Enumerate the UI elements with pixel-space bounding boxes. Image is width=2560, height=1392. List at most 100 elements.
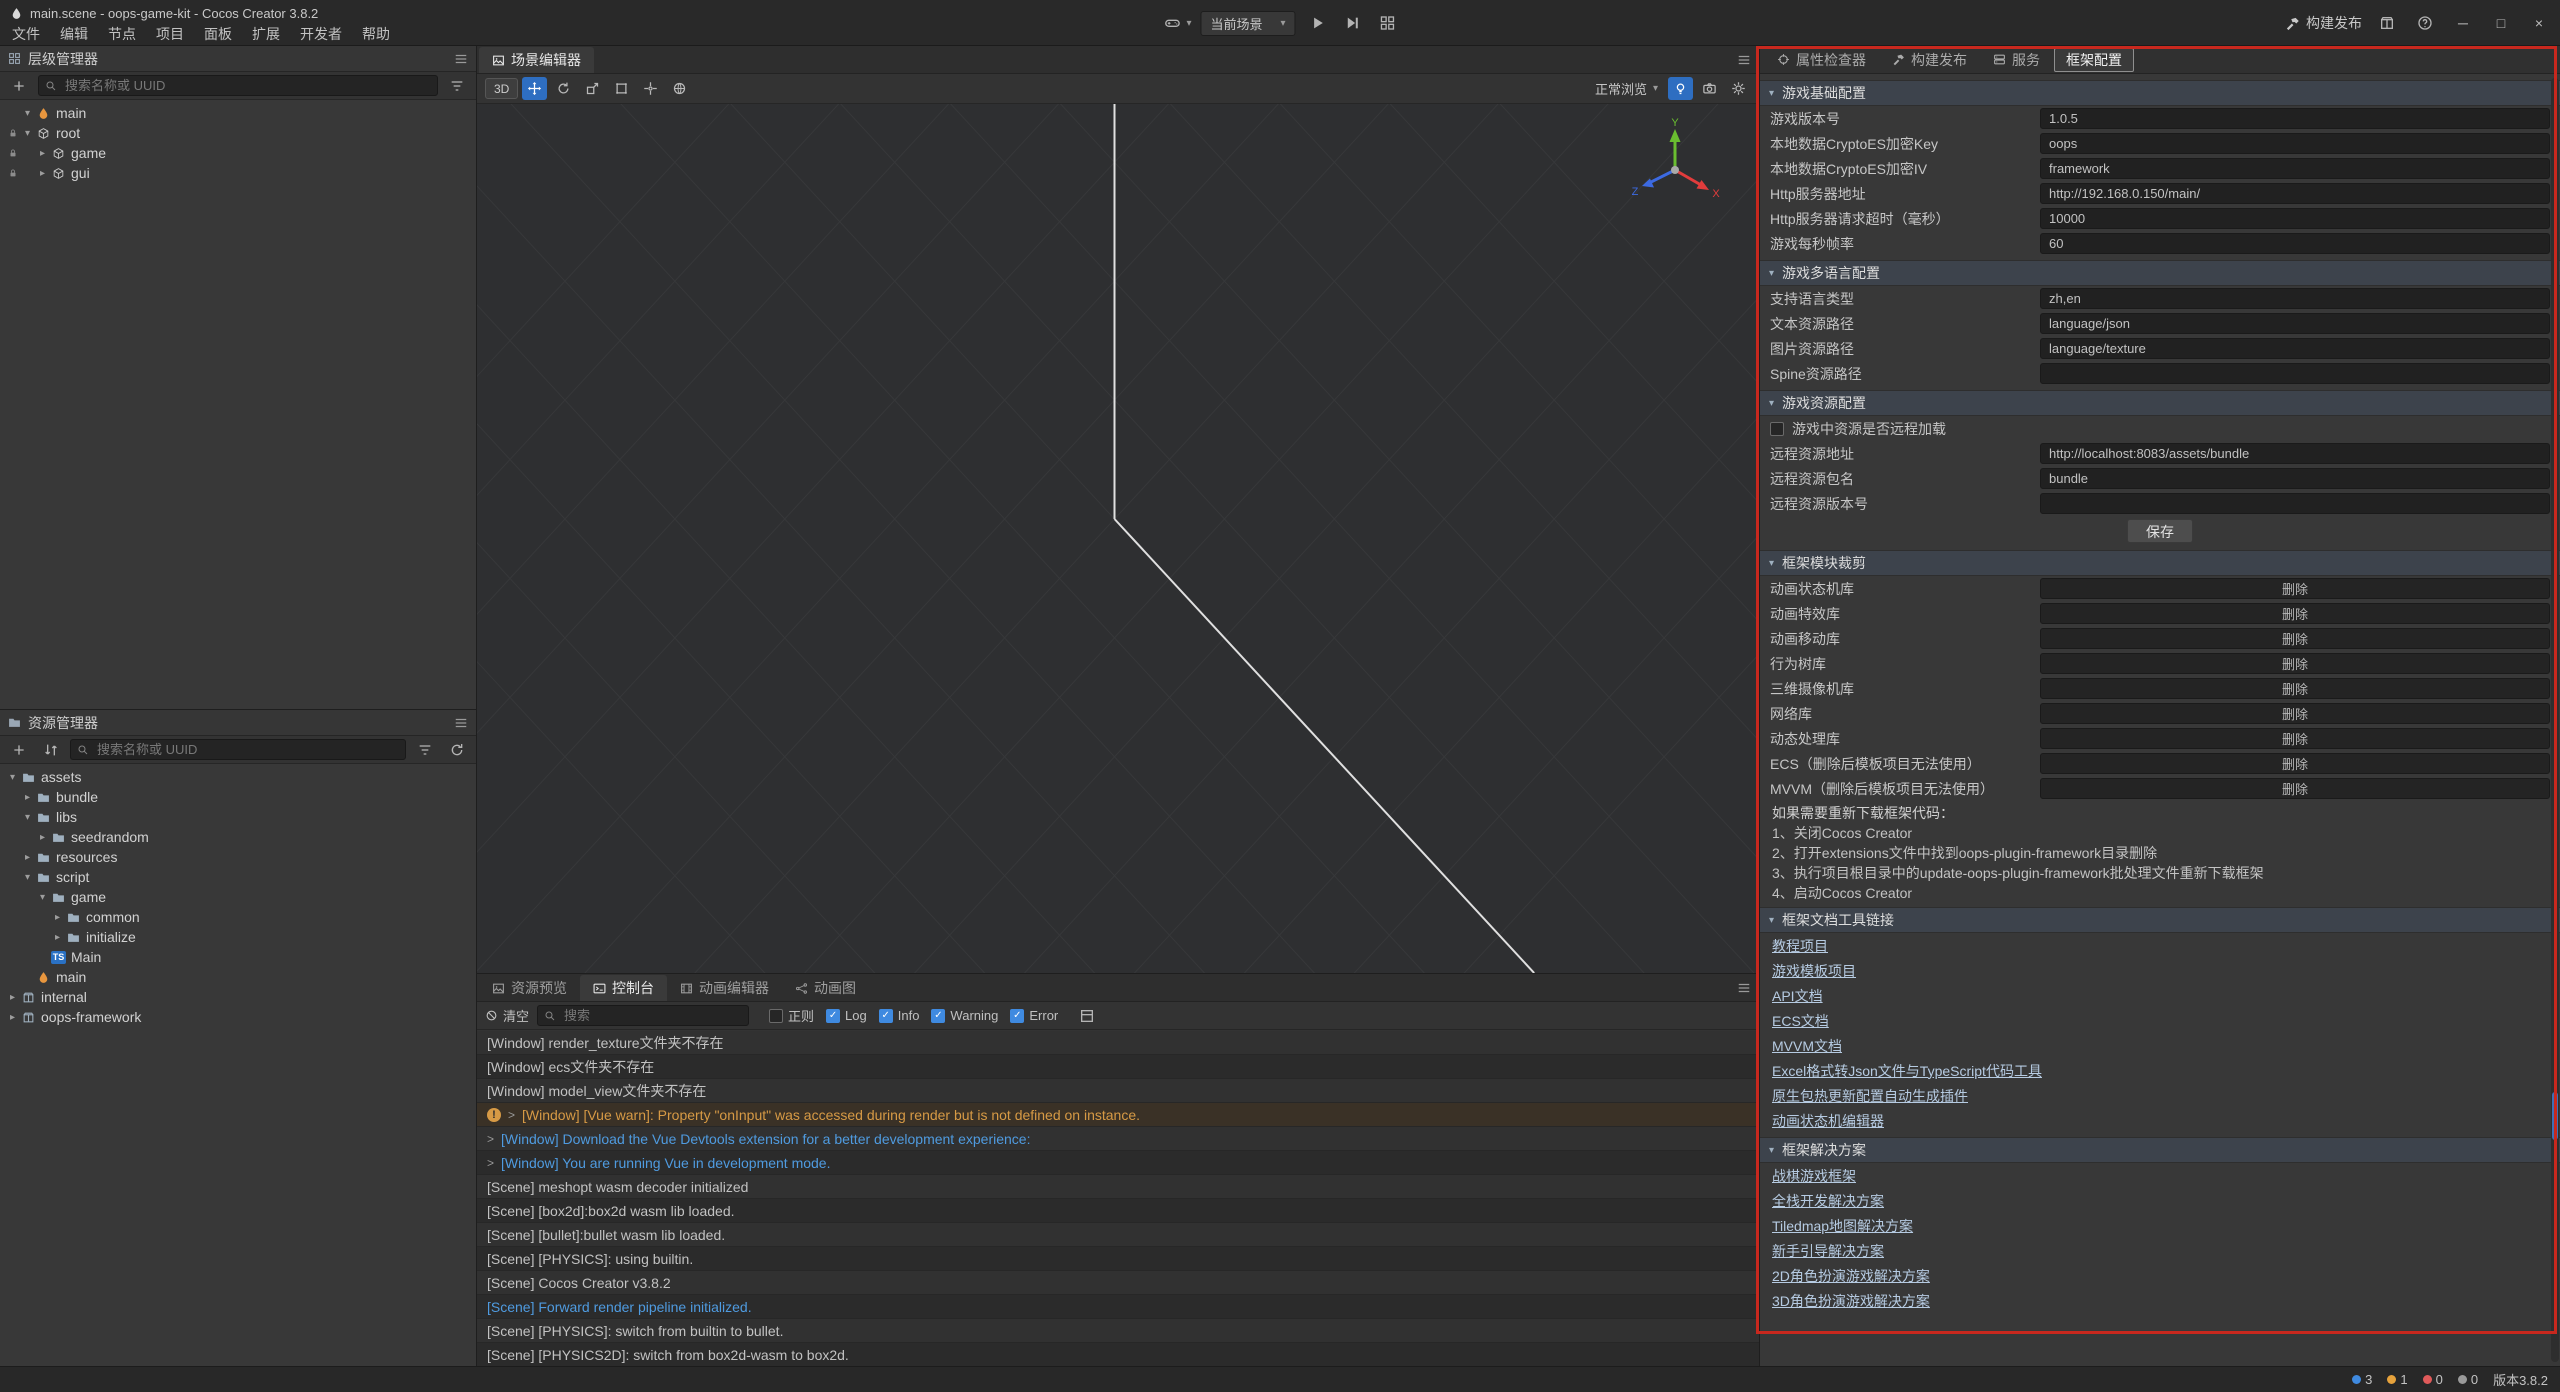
render-mode-select[interactable]: 正常浏览 ▾ bbox=[1589, 79, 1664, 98]
status-count-notify[interactable]: 0 bbox=[2458, 1372, 2478, 1387]
section-header-modules[interactable]: ▾ 框架模块裁剪 bbox=[1760, 550, 2560, 576]
save-button[interactable]: 保存 bbox=[2127, 519, 2193, 543]
menu-item[interactable]: 节点 bbox=[98, 23, 146, 44]
remote-url-input[interactable] bbox=[2040, 443, 2550, 464]
collapse-logs-button[interactable] bbox=[1074, 1004, 1100, 1028]
solution-link[interactable]: 新手引导解决方案 bbox=[1760, 1238, 2560, 1263]
play-button[interactable] bbox=[1305, 11, 1331, 35]
filter-icon[interactable] bbox=[412, 738, 438, 762]
tree-node[interactable]: ▸oops-framework bbox=[0, 1007, 476, 1027]
delete-button[interactable]: 删除 bbox=[2040, 678, 2550, 699]
delete-button[interactable]: 删除 bbox=[2040, 653, 2550, 674]
build-button[interactable]: 构建发布 bbox=[2285, 13, 2362, 33]
delete-button[interactable]: 删除 bbox=[2040, 603, 2550, 624]
scene-viewport[interactable]: Y X Z bbox=[477, 104, 1759, 973]
expand-arrow[interactable]: ▾ bbox=[35, 892, 50, 903]
checkbox-icon[interactable]: ✓ bbox=[1010, 1009, 1024, 1023]
expand-arrow[interactable]: ▾ bbox=[5, 772, 20, 783]
solution-link[interactable]: 全栈开发解决方案 bbox=[1760, 1188, 2560, 1213]
solution-link[interactable]: 2D角色扮演游戏解决方案 bbox=[1760, 1263, 2560, 1288]
delete-button[interactable]: 删除 bbox=[2040, 628, 2550, 649]
doc-link[interactable]: API文档 bbox=[1760, 983, 2560, 1008]
tab-属性检查器[interactable]: 属性检查器 bbox=[1765, 48, 1878, 72]
status-count-info[interactable]: 3 bbox=[2352, 1372, 2372, 1387]
checkbox-icon[interactable]: ✓ bbox=[826, 1009, 840, 1023]
tab-console-动画编辑器[interactable]: 动画编辑器 bbox=[667, 975, 782, 1001]
expand-arrow[interactable]: ▸ bbox=[5, 992, 20, 1003]
tree-node[interactable]: main bbox=[0, 967, 476, 987]
tab-scene-editor[interactable]: 场景编辑器 bbox=[479, 47, 594, 73]
game-version-input[interactable] bbox=[2040, 108, 2550, 129]
tree-node[interactable]: ▾script bbox=[0, 867, 476, 887]
log-row[interactable]: [Scene] Cocos Creator v3.8.2 bbox=[477, 1271, 1759, 1295]
scene-light-toggle[interactable] bbox=[1668, 77, 1693, 100]
rotate-tool-button[interactable] bbox=[551, 77, 576, 100]
log-row[interactable]: >[Window] You are running Vue in develop… bbox=[477, 1151, 1759, 1175]
expand-arrow[interactable]: ▾ bbox=[20, 108, 35, 119]
doc-link[interactable]: MVVM文档 bbox=[1760, 1033, 2560, 1058]
layout-button[interactable] bbox=[1375, 11, 1401, 35]
filter-Info[interactable]: ✓Info bbox=[879, 1008, 920, 1023]
section-header-docs[interactable]: ▾ 框架文档工具链接 bbox=[1760, 907, 2560, 933]
minimize-button[interactable]: ─ bbox=[2450, 11, 2476, 35]
tab-框架配置[interactable]: 框架配置 bbox=[2054, 48, 2134, 72]
doc-link[interactable]: ECS文档 bbox=[1760, 1008, 2560, 1033]
menu-item[interactable]: 帮助 bbox=[352, 23, 400, 44]
section-header-language[interactable]: ▾ 游戏多语言配置 bbox=[1760, 260, 2560, 286]
panel-menu-icon[interactable] bbox=[454, 52, 468, 66]
expand-arrow[interactable]: ▸ bbox=[5, 1012, 20, 1023]
panel-menu-icon[interactable] bbox=[1737, 53, 1751, 67]
assets-search[interactable] bbox=[70, 739, 406, 760]
spine-path-input[interactable] bbox=[2040, 363, 2550, 384]
log-row[interactable]: [Window] model_view文件夹不存在 bbox=[477, 1079, 1759, 1103]
package-icon[interactable] bbox=[2374, 11, 2400, 35]
panel-menu-icon[interactable] bbox=[1737, 981, 1751, 995]
filter-icon[interactable] bbox=[444, 74, 470, 98]
scene-select[interactable]: 当前场景 ▾ bbox=[1200, 11, 1295, 36]
pivot-toggle-button[interactable] bbox=[638, 77, 663, 100]
create-asset-button[interactable] bbox=[6, 738, 32, 762]
tree-node[interactable]: ▸internal bbox=[0, 987, 476, 1007]
log-row[interactable]: [Scene] [bullet]:bullet wasm lib loaded. bbox=[477, 1223, 1759, 1247]
tab-console-动画图[interactable]: 动画图 bbox=[782, 975, 869, 1001]
solution-link[interactable]: 3D角色扮演游戏解决方案 bbox=[1760, 1288, 2560, 1313]
expand-arrow[interactable]: ▸ bbox=[20, 792, 35, 803]
expand-arrow[interactable]: > bbox=[487, 1156, 494, 1170]
log-row[interactable]: [Window] render_texture文件夹不存在 bbox=[477, 1031, 1759, 1055]
filter-正则[interactable]: 正则 bbox=[769, 1006, 814, 1025]
expand-arrow[interactable]: ▾ bbox=[20, 128, 35, 139]
delete-button[interactable]: 删除 bbox=[2040, 728, 2550, 749]
doc-link[interactable]: Excel格式转Json文件与TypeScript代码工具 bbox=[1760, 1058, 2560, 1083]
axis-gizmo[interactable]: Y X Z bbox=[1627, 116, 1723, 212]
tree-node[interactable]: ▾libs bbox=[0, 807, 476, 827]
tree-node[interactable]: ▾root bbox=[0, 123, 476, 143]
doc-link[interactable]: 动画状态机编辑器 bbox=[1760, 1108, 2560, 1133]
expand-arrow[interactable]: ▸ bbox=[35, 148, 50, 159]
menu-item[interactable]: 编辑 bbox=[50, 23, 98, 44]
fps-input[interactable] bbox=[2040, 233, 2550, 254]
tab-console-控制台[interactable]: 控制台 bbox=[580, 975, 667, 1001]
expand-arrow[interactable]: ▸ bbox=[20, 852, 35, 863]
tree-node[interactable]: ▸gui bbox=[0, 163, 476, 183]
doc-link[interactable]: 教程项目 bbox=[1760, 933, 2560, 958]
rect-tool-button[interactable] bbox=[609, 77, 634, 100]
lock-icon[interactable] bbox=[5, 148, 20, 158]
tree-node[interactable]: ▾assets bbox=[0, 767, 476, 787]
tree-node[interactable]: ▾main bbox=[0, 103, 476, 123]
log-row[interactable]: [Scene] [PHYSICS2D]: switch from box2d-w… bbox=[477, 1343, 1759, 1366]
log-row[interactable]: [Scene] [PHYSICS]: switch from builtin t… bbox=[477, 1319, 1759, 1343]
checkbox-icon[interactable] bbox=[769, 1009, 783, 1023]
filter-Error[interactable]: ✓Error bbox=[1010, 1008, 1058, 1023]
expand-arrow[interactable]: ▸ bbox=[50, 912, 65, 923]
tab-console-资源预览[interactable]: 资源预览 bbox=[479, 975, 580, 1001]
delete-button[interactable]: 删除 bbox=[2040, 778, 2550, 799]
console-search-input[interactable] bbox=[562, 1007, 742, 1024]
tree-node[interactable]: ▸seedrandom bbox=[0, 827, 476, 847]
mode-3d-toggle[interactable]: 3D bbox=[485, 78, 518, 99]
refresh-icon[interactable] bbox=[444, 738, 470, 762]
log-row[interactable]: [Scene] [box2d]:box2d wasm lib loaded. bbox=[477, 1199, 1759, 1223]
expand-arrow[interactable]: > bbox=[487, 1132, 494, 1146]
filter-Log[interactable]: ✓Log bbox=[826, 1008, 867, 1023]
step-button[interactable] bbox=[1340, 11, 1366, 35]
create-node-button[interactable] bbox=[6, 74, 32, 98]
